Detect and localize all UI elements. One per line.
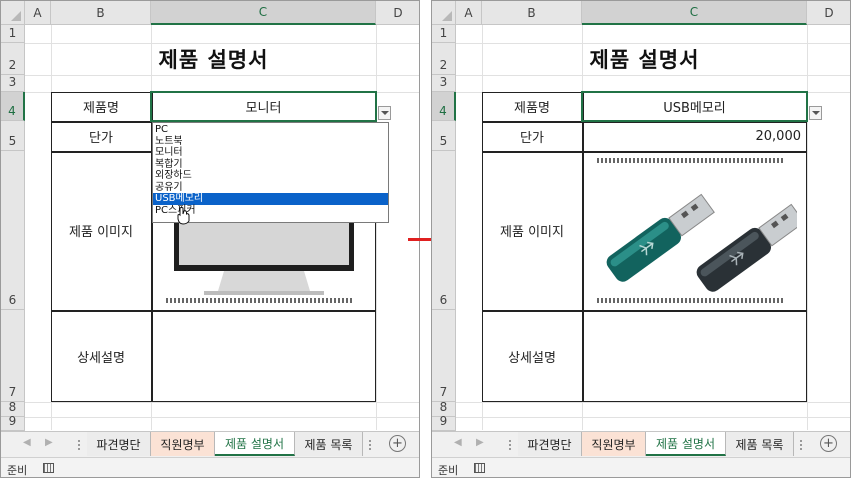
tab-splitter[interactable] <box>78 440 80 450</box>
sheet-tab-bar: ◀ ▶ 파견명단 직원명부 제품 설명서 제품 목록 + <box>432 431 850 457</box>
monitor-base <box>204 291 324 295</box>
gridline <box>25 75 419 76</box>
label-price: 단가 <box>520 130 544 146</box>
row-header-9[interactable]: 9 <box>432 414 456 431</box>
sheet-tab-employees[interactable]: 직원명부 <box>582 432 646 456</box>
column-header-d[interactable]: D <box>807 1 850 25</box>
column-header-c[interactable]: C <box>582 1 807 25</box>
column-header-c[interactable]: C <box>151 1 376 25</box>
row-header-5[interactable]: 5 <box>432 121 456 151</box>
gridline <box>25 417 419 418</box>
column-header-a[interactable]: A <box>25 1 51 25</box>
label-price: 단가 <box>89 130 113 146</box>
label-product-image: 제품 이미지 <box>500 225 564 240</box>
add-sheet-icon[interactable]: + <box>820 435 837 452</box>
row-header-3[interactable]: 3 <box>1 75 25 92</box>
sheet-tab-dispatch[interactable]: 파견명단 <box>518 432 582 456</box>
row-header-2[interactable]: 2 <box>1 43 25 75</box>
mouse-cursor-icon <box>177 207 190 225</box>
dropdown-option[interactable]: 공유기 <box>153 182 388 194</box>
sheet-tab-dispatch[interactable]: 파견명단 <box>87 432 151 456</box>
select-all-corner[interactable] <box>432 1 456 25</box>
row-header-4[interactable]: 4 <box>1 92 25 121</box>
column-header-a[interactable]: A <box>456 1 482 25</box>
label-product-image: 제품 이미지 <box>69 225 133 240</box>
detail-cell[interactable] <box>582 310 807 402</box>
row-header-1[interactable]: 1 <box>1 25 25 43</box>
detail-cell[interactable] <box>151 310 376 402</box>
select-all-corner[interactable] <box>1 1 25 25</box>
sheet-tab-product-list[interactable]: 제품 목록 <box>726 432 794 456</box>
status-text: 준비 <box>7 464 28 477</box>
column-header-b[interactable]: B <box>482 1 582 25</box>
sheet-tab-product-sheet[interactable]: 제품 설명서 <box>215 432 295 456</box>
price-cell[interactable]: 20,000 <box>582 121 807 151</box>
label-product-name: 제품명 <box>83 101 119 116</box>
tab-splitter[interactable] <box>369 440 371 450</box>
active-cell-border <box>150 91 377 122</box>
sheet-tab-employees[interactable]: 직원명부 <box>151 432 215 456</box>
image-selection-handles <box>597 158 783 163</box>
status-bar: 준비 <box>1 457 419 477</box>
macro-record-icon[interactable] <box>43 463 54 473</box>
dropdown-arrow-button[interactable] <box>809 106 822 120</box>
right-excel-window: A B C D 1 2 3 4 5 6 7 8 9 제품 설명서 제품명 단가 … <box>431 0 851 478</box>
label-detail: 상세설명 <box>508 350 556 366</box>
sheet-tab-bar: ◀ ▶ 파견명단 직원명부 제품 설명서 제품 목록 + <box>1 431 419 457</box>
usb-drive-image[interactable] <box>597 169 797 299</box>
gridline <box>25 402 419 403</box>
gridline <box>456 417 850 418</box>
active-cell-border <box>581 91 808 122</box>
dropdown-option[interactable]: 외장하드 <box>153 170 388 182</box>
tab-scroll-left-icon[interactable]: ◀ <box>454 437 462 448</box>
dropdown-option[interactable]: PC <box>153 124 388 136</box>
sheet-title: 제품 설명서 <box>589 48 700 72</box>
row-header-1[interactable]: 1 <box>432 25 456 43</box>
row-header-5[interactable]: 5 <box>1 121 25 151</box>
row-header-2[interactable]: 2 <box>432 43 456 75</box>
sheet-title: 제품 설명서 <box>158 48 269 72</box>
monitor-stand <box>218 271 310 291</box>
dropdown-option[interactable]: 노트북 <box>153 136 388 148</box>
gridline <box>456 75 850 76</box>
tab-splitter[interactable] <box>509 440 511 450</box>
tab-scroll-left-icon[interactable]: ◀ <box>23 437 31 448</box>
row-header-4[interactable]: 4 <box>432 92 456 121</box>
gridline <box>456 402 850 403</box>
column-header-d[interactable]: D <box>376 1 419 25</box>
label-product-name: 제품명 <box>514 101 550 116</box>
gridline <box>376 25 377 430</box>
row-header-7[interactable]: 7 <box>1 310 25 402</box>
image-selection-handles <box>597 298 783 303</box>
row-header-7[interactable]: 7 <box>432 310 456 402</box>
status-bar: 준비 <box>432 457 850 477</box>
gridline <box>807 25 808 430</box>
dropdown-arrow-button[interactable] <box>378 106 391 120</box>
label-detail: 상세설명 <box>77 350 125 366</box>
dropdown-option[interactable]: 모니터 <box>153 147 388 159</box>
dropdown-option[interactable]: 복합기 <box>153 159 388 171</box>
row-header-6[interactable]: 6 <box>432 151 456 310</box>
row-header-3[interactable]: 3 <box>432 75 456 92</box>
sheet-tab-product-sheet[interactable]: 제품 설명서 <box>646 432 726 456</box>
sheet-tab-product-list[interactable]: 제품 목록 <box>295 432 363 456</box>
row-header-6[interactable]: 6 <box>1 151 25 310</box>
macro-record-icon[interactable] <box>474 463 485 473</box>
tab-scroll-right-icon[interactable]: ▶ <box>476 437 484 448</box>
status-text: 준비 <box>438 464 459 477</box>
add-sheet-icon[interactable]: + <box>389 435 406 452</box>
left-excel-window: A B C D 1 2 3 4 5 6 7 8 9 제품 설명서 제품명 단가 … <box>0 0 420 478</box>
dropdown-option-highlighted[interactable]: USB메모리 <box>153 193 388 205</box>
tab-scroll-right-icon[interactable]: ▶ <box>45 437 53 448</box>
column-header-b[interactable]: B <box>51 1 151 25</box>
image-selection-handles <box>166 298 352 303</box>
tab-splitter[interactable] <box>800 440 802 450</box>
row-header-9[interactable]: 9 <box>1 414 25 431</box>
